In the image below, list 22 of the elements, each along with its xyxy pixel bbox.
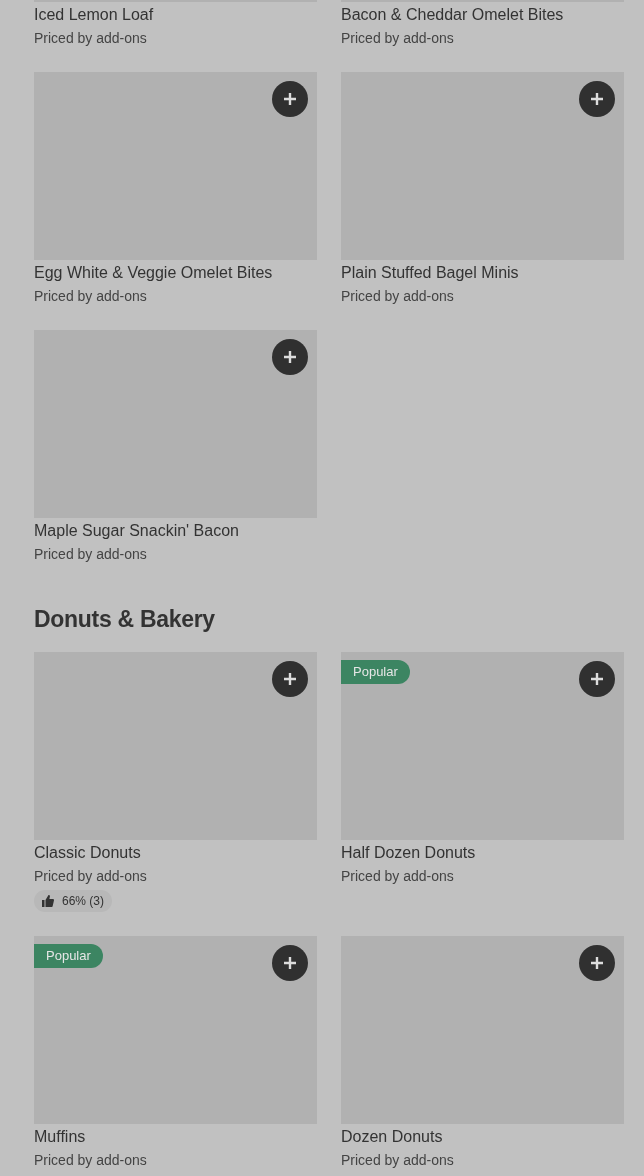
item-price: Priced by add-ons — [34, 287, 148, 306]
item-name: Maple Sugar Snackin' Bacon — [34, 521, 240, 541]
item-name: Dozen Donuts — [341, 1127, 444, 1147]
item-price: Priced by add-ons — [34, 1151, 148, 1170]
item-price: Priced by add-ons — [34, 545, 148, 564]
item-name: Muffins — [34, 1127, 87, 1147]
item-name: Egg White & Veggie Omelet Bites — [34, 263, 274, 283]
item-price: Priced by add-ons — [341, 867, 455, 886]
popular-badge: Popular — [341, 660, 410, 684]
item-name: Iced Lemon Loaf — [34, 5, 155, 25]
rating-text: 66% (3) — [62, 894, 105, 908]
section-heading: Donuts & Bakery — [34, 605, 216, 634]
item-price: Priced by add-ons — [341, 287, 455, 306]
item-price: Priced by add-ons — [34, 29, 148, 48]
popular-badge: Popular — [34, 944, 103, 968]
item-name: Plain Stuffed Bagel Minis — [341, 263, 520, 283]
item-price: Priced by add-ons — [34, 867, 148, 886]
item-name: Classic Donuts — [34, 843, 142, 863]
item-name: Half Dozen Donuts — [341, 843, 477, 863]
item-price: Priced by add-ons — [341, 1151, 455, 1170]
item-price: Priced by add-ons — [341, 29, 455, 48]
item-name: Bacon & Cheddar Omelet Bites — [341, 5, 565, 25]
